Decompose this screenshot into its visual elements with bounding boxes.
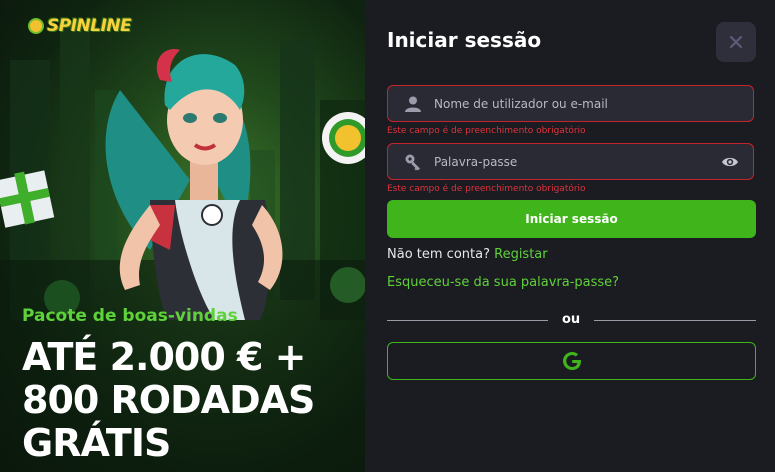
promo-headline-line: ATÉ 2.000 € + xyxy=(22,335,307,379)
promo-banner: SPINLINE Pacote de boas-vindas ATÉ 2.000… xyxy=(0,0,365,472)
register-link[interactable]: Registar xyxy=(494,247,548,262)
no-account-text: Não tem conta? xyxy=(387,247,490,262)
eye-icon[interactable] xyxy=(721,154,739,170)
password-input[interactable] xyxy=(434,144,704,179)
username-field-wrapper xyxy=(387,85,754,122)
password-error: Este campo é de preenchimento obrigatóri… xyxy=(387,184,586,194)
no-account-row: Não tem conta? Registar xyxy=(387,247,548,262)
login-button[interactable]: Iniciar sessão xyxy=(387,200,756,238)
divider-left xyxy=(387,320,548,321)
page-title: Iniciar sessão xyxy=(387,28,542,52)
google-login-button[interactable] xyxy=(387,342,756,380)
gift-box-left xyxy=(0,170,55,228)
login-modal: SPINLINE Pacote de boas-vindas ATÉ 2.000… xyxy=(0,0,775,472)
divider-right xyxy=(594,320,756,321)
casino-chip xyxy=(322,112,365,164)
google-icon xyxy=(562,352,581,370)
key-icon xyxy=(405,154,420,171)
forgot-password-link[interactable]: Esqueceu-se da sua palavra-passe? xyxy=(387,275,619,290)
username-error: Este campo é de preenchimento obrigatóri… xyxy=(387,126,586,136)
user-icon xyxy=(405,96,421,112)
promo-headline-line: GRÁTIS xyxy=(22,421,171,465)
promo-headline-line: 800 RODADAS xyxy=(22,378,315,422)
password-field-wrapper xyxy=(387,143,754,180)
or-separator: ou xyxy=(562,312,581,327)
close-button[interactable] xyxy=(716,22,756,62)
promo-subtitle: Pacote de boas-vindas xyxy=(22,306,238,326)
mascot-illustration xyxy=(0,49,365,320)
username-input[interactable] xyxy=(434,86,704,121)
close-icon xyxy=(729,35,743,49)
promo-headline: ATÉ 2.000 € + 800 RODADAS GRÁTIS xyxy=(22,336,362,465)
login-panel: Iniciar sessão Este campo é de preenchim… xyxy=(365,0,775,472)
